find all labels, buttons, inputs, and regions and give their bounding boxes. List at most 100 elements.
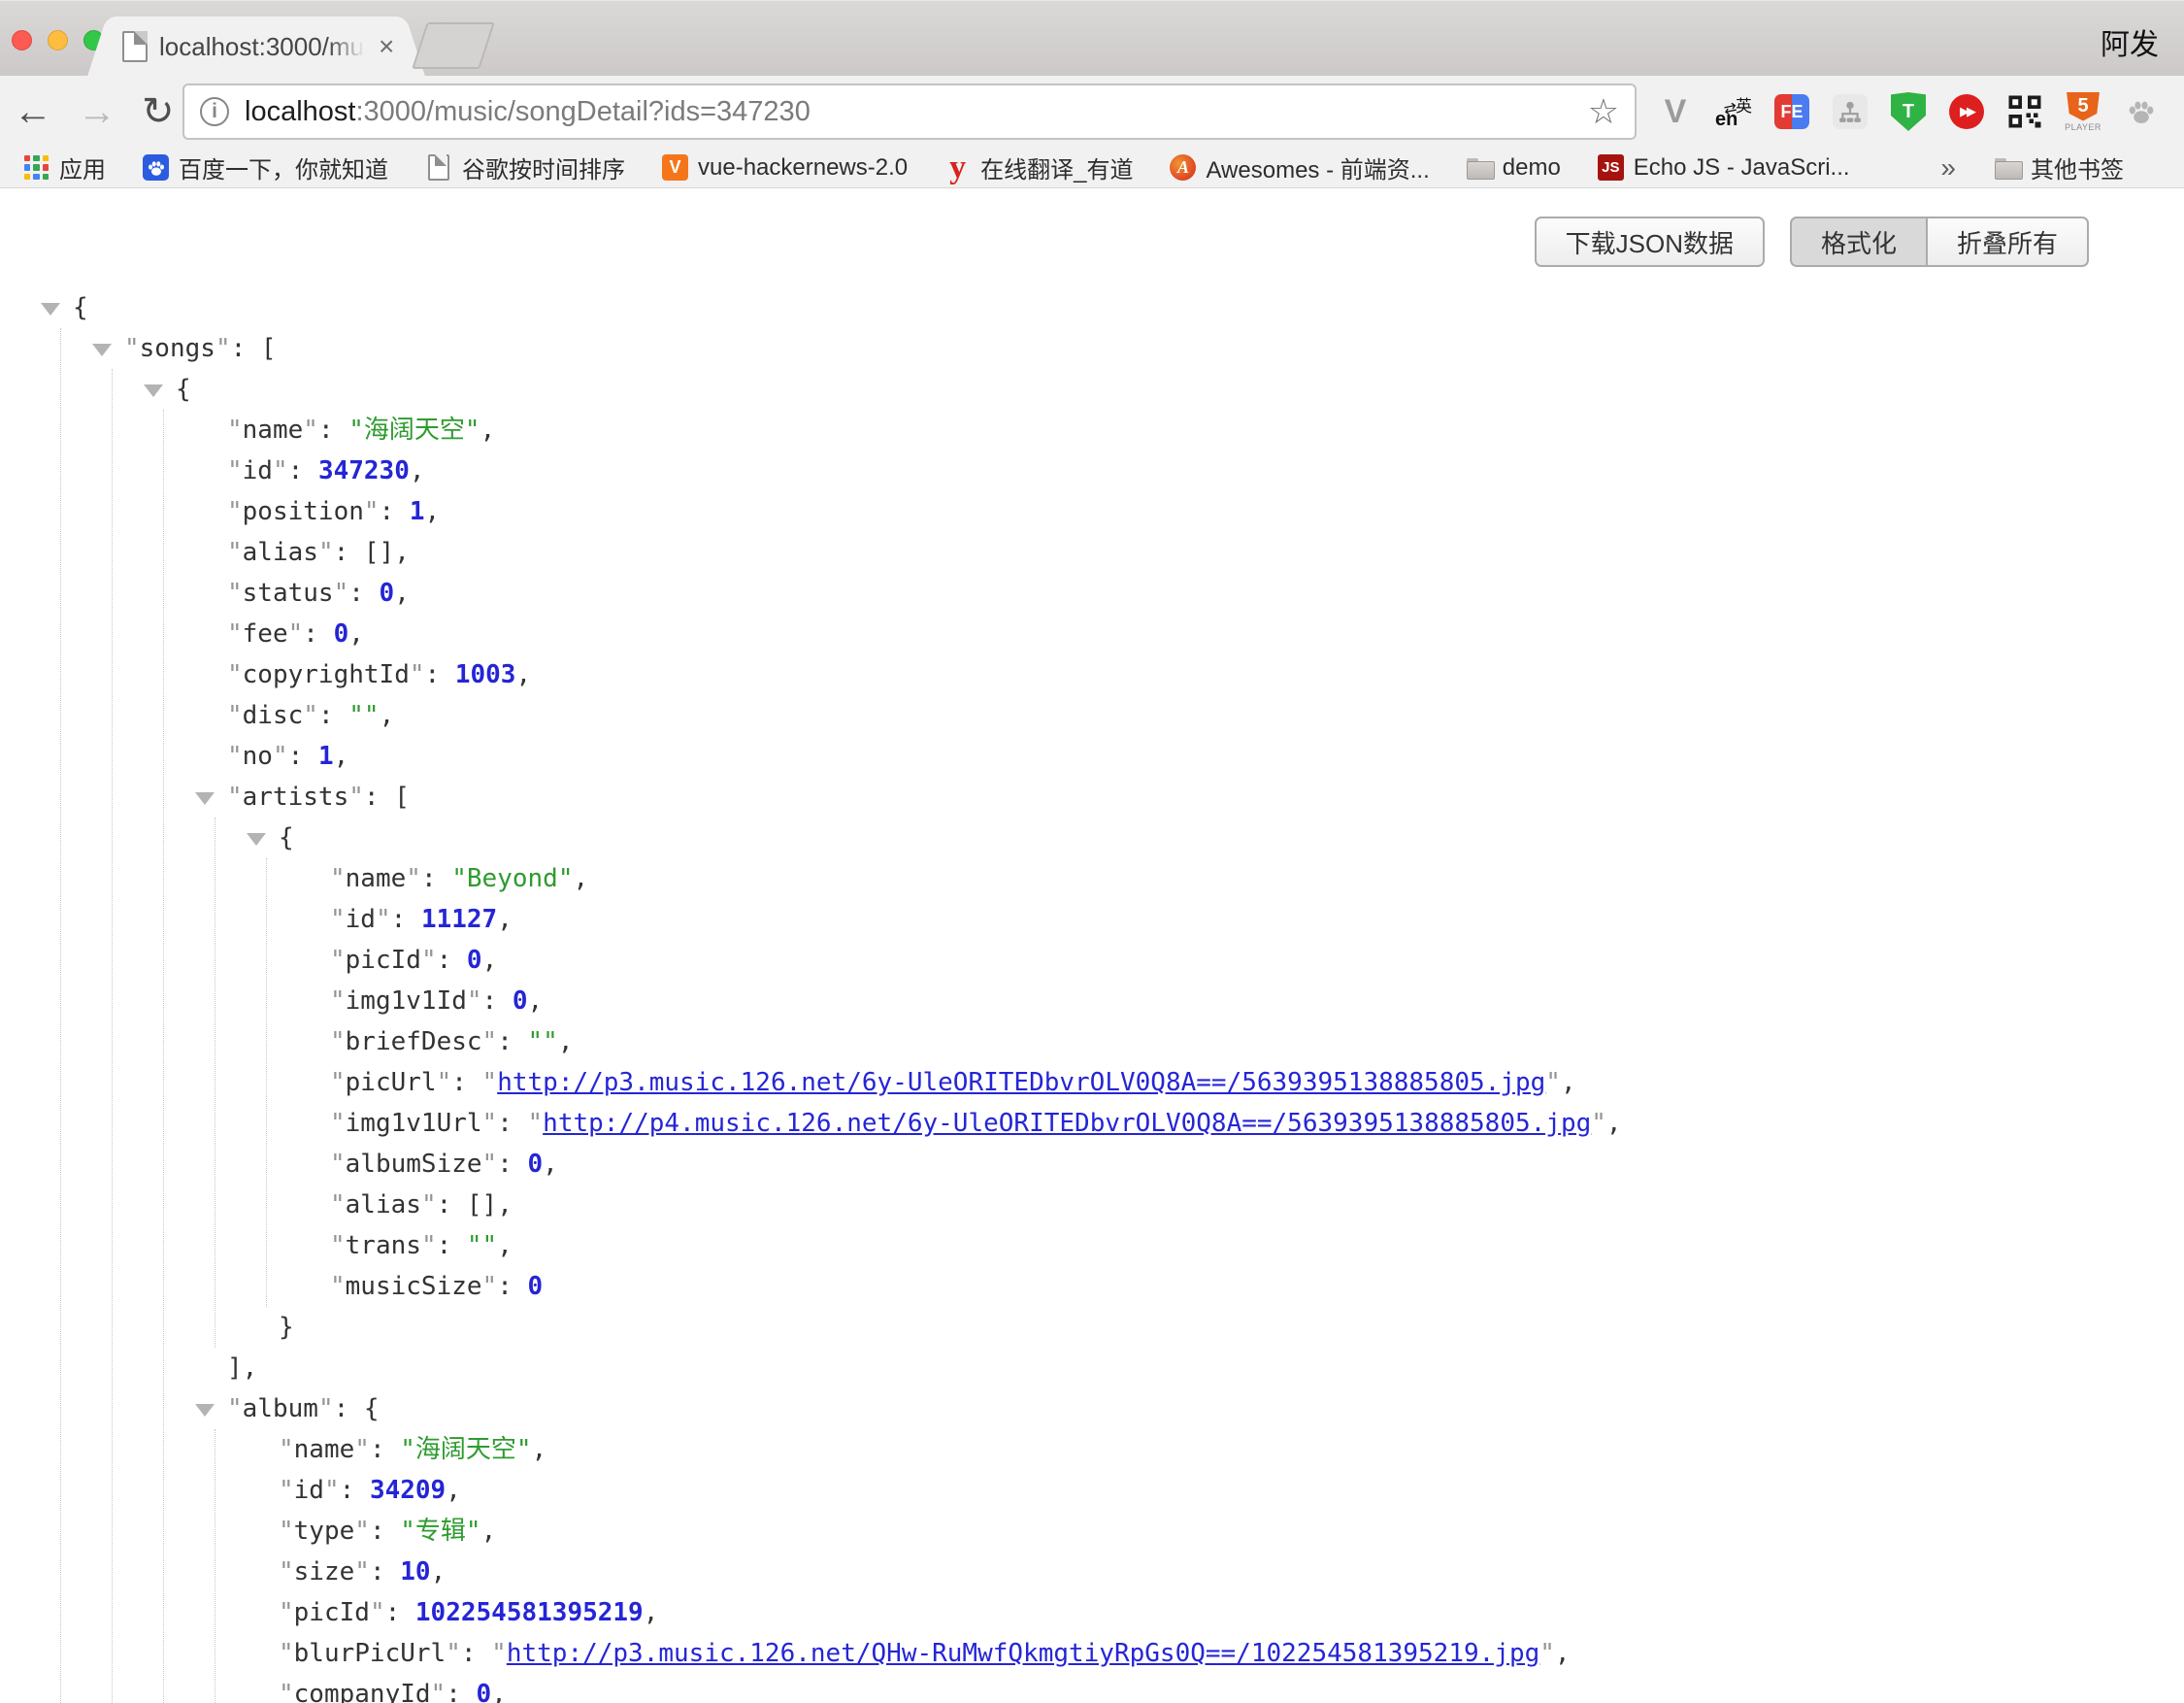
collapse-toggle-icon[interactable] — [144, 369, 176, 410]
json-punctuation: : [], — [334, 538, 410, 567]
json-node: {"name": "海阔天空","id": 347230,"position":… — [144, 369, 1622, 1703]
json-key: albumSize — [346, 1150, 482, 1179]
t-shield-icon[interactable]: T — [1889, 89, 1928, 134]
profile-name[interactable]: 阿发 — [2101, 20, 2159, 63]
collapse-all-button[interactable]: 折叠所有 — [1926, 217, 2089, 267]
close-window-button[interactable] — [12, 30, 32, 50]
forward-button[interactable]: → — [78, 92, 116, 131]
bookmark-youdao-icon: y — [944, 154, 971, 181]
json-line: "companyId": 0, — [247, 1674, 1622, 1703]
fe-helper-icon[interactable]: FE — [1772, 89, 1811, 134]
new-tab-button[interactable] — [412, 22, 495, 69]
quote-mark: " — [279, 1639, 294, 1668]
url-host: localhost — [245, 96, 355, 127]
page-info-icon[interactable]: i — [200, 97, 229, 126]
vue-devtools-icon[interactable]: V — [1656, 89, 1695, 134]
json-punctuation: : — [437, 946, 467, 975]
qr-code-icon[interactable] — [2005, 89, 2044, 134]
collapse-toggle-icon[interactable] — [195, 1388, 227, 1429]
json-children: "name": "Beyond","id": 11127,"picId": 0,… — [266, 858, 1622, 1307]
json-punctuation: , — [532, 1435, 547, 1464]
format-button[interactable]: 格式化 — [1790, 217, 1926, 267]
json-url-link[interactable]: http://p3.music.126.net/QHw-RuMwfQkmgtiy… — [507, 1639, 1539, 1668]
bookmark-item[interactable]: Vvue-hackernews-2.0 — [662, 154, 908, 182]
json-url-link[interactable]: http://p4.music.126.net/6y-UleORITEDbvrO… — [543, 1109, 1591, 1138]
json-key: artists — [243, 783, 349, 812]
quote-mark: " — [227, 416, 243, 445]
tab-close-icon[interactable]: × — [379, 33, 394, 60]
json-line: "name": "海阔天空", — [247, 1429, 1622, 1470]
quote-mark: " — [227, 783, 243, 812]
page-favicon-icon — [122, 31, 148, 62]
quote-mark: " — [1539, 1639, 1555, 1668]
json-key: position — [243, 497, 364, 526]
json-number-value: 1 — [410, 497, 425, 526]
h5-caption: PLAYER — [2065, 122, 2101, 132]
bookmarks-overflow-icon[interactable]: » — [1940, 152, 1956, 184]
video-speed-icon[interactable]: ▶▶ — [1947, 89, 1986, 134]
json-line: "name": "海阔天空", — [195, 410, 1622, 451]
bookmark-item[interactable]: y在线翻译_有道 — [944, 150, 1133, 184]
json-punctuation: { — [279, 823, 294, 852]
extensions-row: V英⇄enFET▶▶5PLAYER⋮ — [1656, 76, 2184, 148]
quote-mark: " — [437, 1068, 452, 1097]
url-bar[interactable]: i localhost:3000/music/songDetail?ids=34… — [182, 83, 1637, 140]
quote-mark: " — [227, 1394, 243, 1423]
collapse-toggle-icon[interactable] — [195, 777, 227, 818]
shield-badge: T — [1891, 92, 1926, 131]
reload-button[interactable]: ↻ — [142, 92, 175, 131]
json-punctuation: , — [528, 986, 544, 1016]
json-punctuation: , — [497, 1231, 513, 1260]
quote-mark: " — [354, 1557, 370, 1586]
json-key: album — [243, 1394, 318, 1423]
quote-mark: " — [491, 1639, 507, 1668]
back-button[interactable]: ← — [14, 92, 52, 131]
quote-mark: " — [330, 1027, 346, 1056]
json-line: "picId": 102254581395219, — [247, 1592, 1622, 1633]
paw-icon[interactable] — [2122, 89, 2161, 134]
json-punctuation: : — [497, 1272, 527, 1301]
json-punctuation: : — [318, 416, 348, 445]
bookmark-item[interactable]: 百度一下，你就知道 — [143, 150, 388, 184]
quote-mark: " — [348, 783, 364, 812]
bookmark-star-icon[interactable]: ☆ — [1588, 91, 1619, 132]
youdao-translate-icon[interactable]: 英⇄en — [1714, 89, 1753, 134]
bookmark-item[interactable]: 应用 — [23, 150, 106, 184]
bookmark-baidu-icon — [143, 154, 169, 181]
bookmark-item[interactable]: AAwesomes - 前端资... — [1170, 150, 1429, 184]
json-punctuation: : — [446, 1680, 476, 1703]
minimize-window-button[interactable] — [48, 30, 68, 50]
json-punctuation: , — [480, 416, 496, 445]
quote-mark: " — [334, 579, 349, 608]
browser-tab[interactable]: localhost:3000/music/songDet × — [116, 17, 396, 77]
download-json-button[interactable]: 下载JSON数据 — [1535, 217, 1765, 267]
json-punctuation: , — [1606, 1109, 1622, 1138]
collapse-toggle-icon[interactable] — [247, 818, 279, 858]
quote-mark: " — [227, 456, 243, 485]
other-bookmarks-button[interactable]: 其他书签 — [1995, 150, 2124, 184]
json-string-value: "海阔天空" — [348, 416, 480, 445]
bookmark-item[interactable]: 谷歌按时间排序 — [425, 150, 625, 184]
collapse-toggle-icon[interactable] — [92, 328, 124, 369]
quote-mark: " — [482, 1109, 498, 1138]
quote-mark: " — [279, 1680, 294, 1703]
org-chart-icon[interactable] — [1831, 89, 1870, 134]
collapse-toggle-icon[interactable] — [41, 287, 73, 328]
url-path: :3000/music/songDetail?ids=347230 — [355, 96, 810, 127]
json-punctuation: : { — [334, 1394, 380, 1423]
json-key: picUrl — [346, 1068, 437, 1097]
json-url-link[interactable]: http://p3.music.126.net/6y-UleORITEDbvrO… — [497, 1068, 1545, 1097]
url-text[interactable]: localhost:3000/music/songDetail?ids=3472… — [245, 96, 1588, 128]
bookmark-item[interactable]: demo — [1467, 154, 1561, 182]
quote-mark: " — [421, 946, 437, 975]
json-number-value: 0 — [528, 1150, 544, 1179]
html5-player-icon[interactable]: 5PLAYER — [2064, 89, 2102, 134]
quote-mark: " — [215, 334, 231, 363]
json-punctuation: : — [421, 864, 451, 893]
json-key: alias — [243, 538, 318, 567]
json-number-value: 1003 — [455, 660, 516, 689]
bookmark-item[interactable]: JSEcho JS - JavaScri... — [1598, 154, 1850, 182]
json-punctuation: , — [380, 701, 395, 730]
json-number-value: 34209 — [370, 1476, 446, 1505]
quote-mark: " — [330, 1068, 346, 1097]
